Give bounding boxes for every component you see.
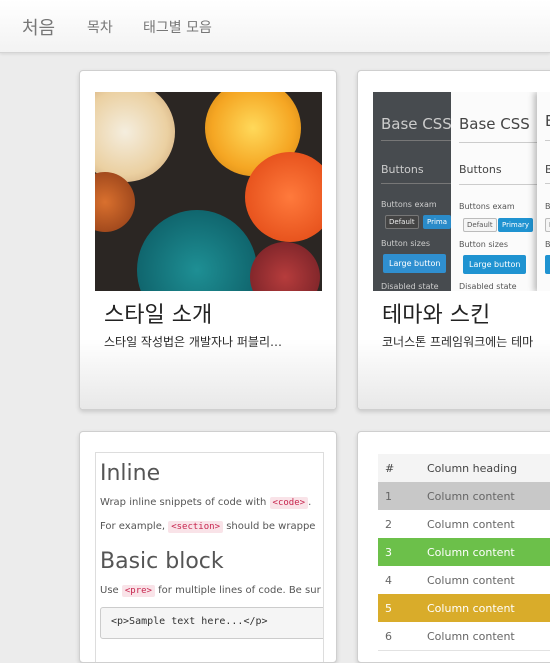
nav-brand-home[interactable]: 처음 [22, 14, 55, 40]
table-row: 3 Column content [378, 538, 550, 567]
nav-link-toc[interactable]: 목차 [87, 17, 113, 37]
card-thumbnail-code: Inline Wrap inline snippets of code with… [95, 452, 324, 662]
table-row: 2 Column content [378, 510, 550, 539]
card-thumbnail-base-css: Base CSS Buttons Buttons exam Default Pr… [373, 92, 550, 291]
post-card-code[interactable]: Inline Wrap inline snippets of code with… [79, 431, 337, 663]
table-row: 6 Column content [378, 622, 550, 651]
table-row: 1 Column content [378, 482, 550, 511]
card-fade [358, 339, 550, 409]
card-fade [80, 339, 336, 409]
card-thumbnail-bokeh [95, 92, 322, 291]
nav-link-tags[interactable]: 태그별 모음 [143, 17, 212, 37]
post-card-tables[interactable]: # Column heading 1 Column content 2 Column … [357, 431, 550, 663]
table-row: 5 Column content [378, 594, 550, 623]
post-card-style-intro[interactable]: 스타일 소개 스타일 작성법은 개발자나 퍼블리… [79, 70, 337, 410]
card-title: 테마와 스킨 [382, 303, 491, 328]
table-row: 4 Column content [378, 566, 550, 595]
card-thumbnail-table: # Column heading 1 Column content 2 Column … [378, 454, 550, 654]
card-title: 스타일 소개 [104, 303, 213, 328]
post-card-themes[interactable]: Base CSS Buttons Buttons exam Default Pr… [357, 70, 550, 410]
top-navbar: 처음 목차 태그별 모음 [0, 0, 550, 53]
code-sample-box: <p>Sample text here...</p> [100, 607, 323, 639]
